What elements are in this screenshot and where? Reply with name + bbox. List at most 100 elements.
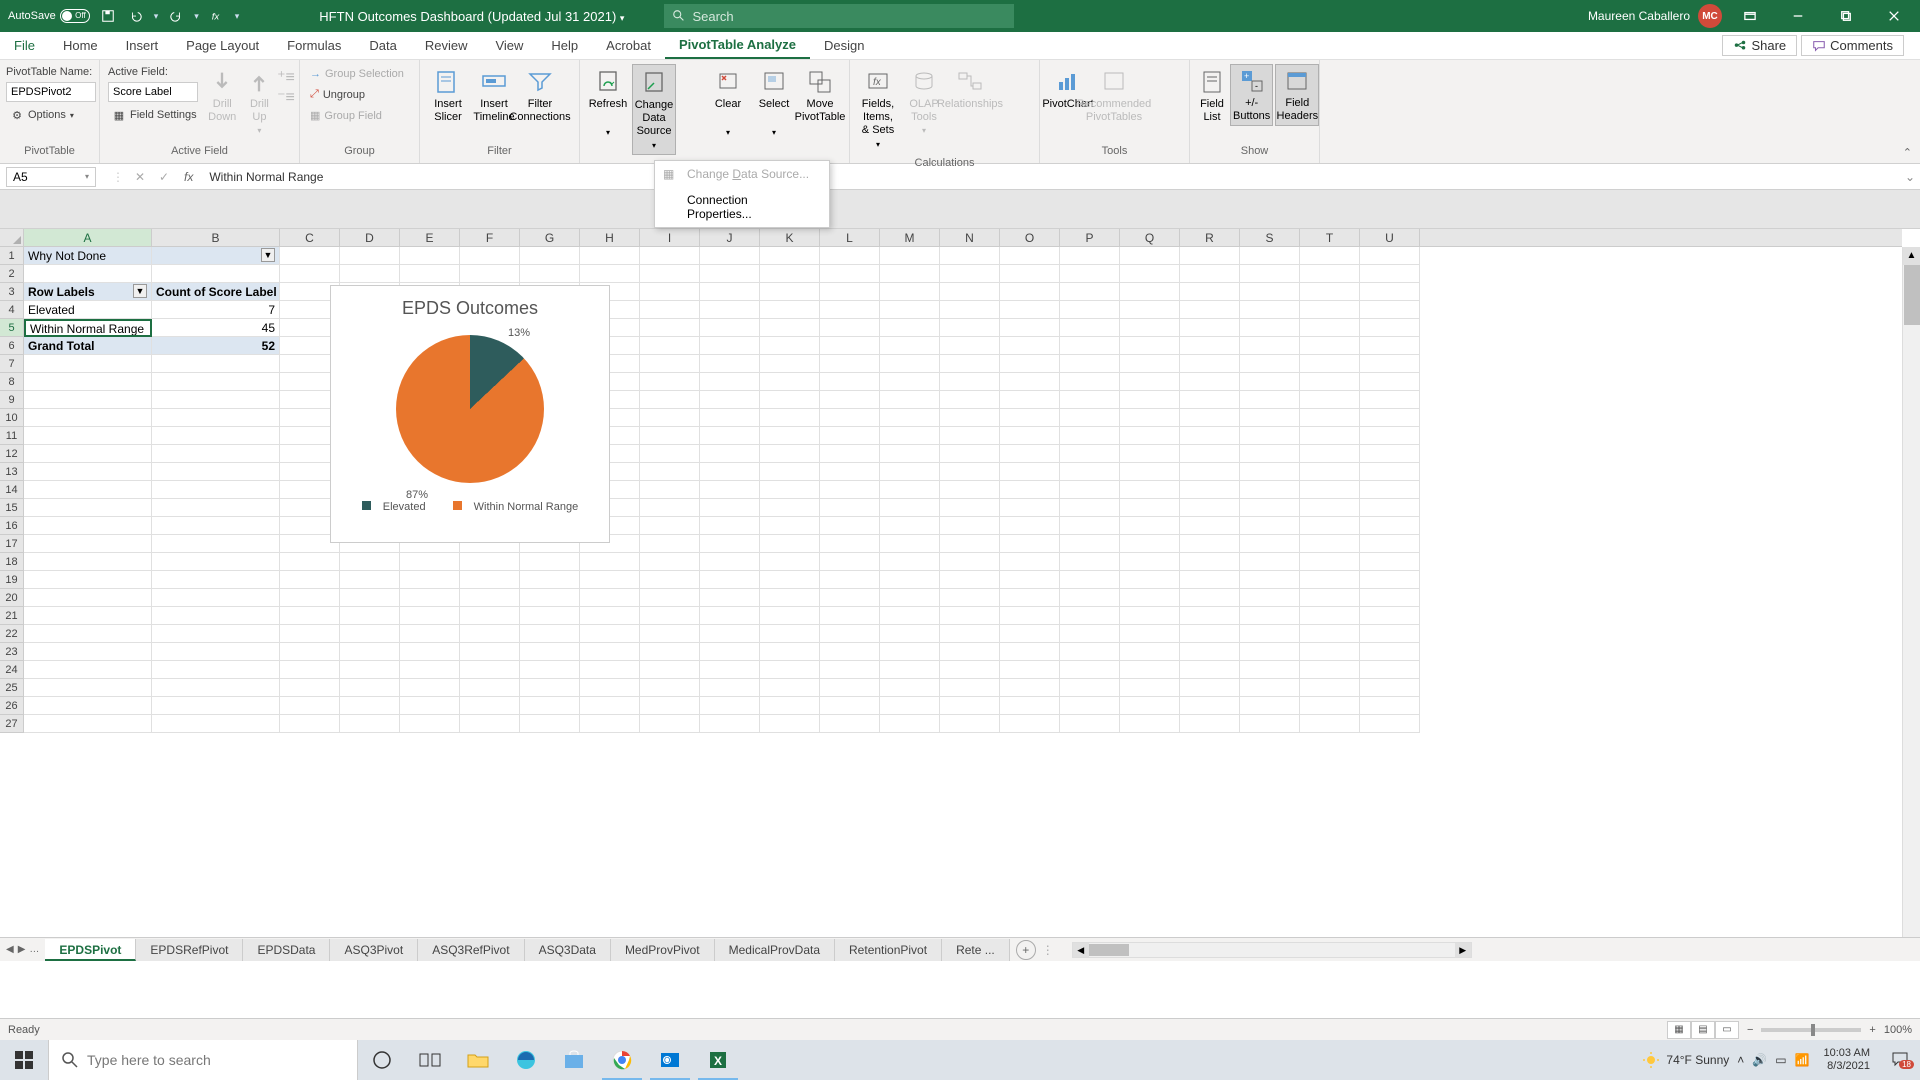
cell-E2[interactable] xyxy=(400,265,460,283)
cell-Q4[interactable] xyxy=(1120,301,1180,319)
change-data-source-button[interactable]: Change Data Source ▾ xyxy=(632,64,676,155)
cell-R13[interactable] xyxy=(1180,463,1240,481)
taskbar-search[interactable]: Type here to search xyxy=(48,1040,358,1080)
cell-A2[interactable] xyxy=(24,265,152,283)
cell-R18[interactable] xyxy=(1180,553,1240,571)
cell-M18[interactable] xyxy=(880,553,940,571)
cell-U13[interactable] xyxy=(1360,463,1420,481)
cell-L1[interactable] xyxy=(820,247,880,265)
cell-T21[interactable] xyxy=(1300,607,1360,625)
cell-L12[interactable] xyxy=(820,445,880,463)
cell-Q17[interactable] xyxy=(1120,535,1180,553)
close-icon[interactable] xyxy=(1874,0,1914,32)
autosave-toggle[interactable]: AutoSave Off xyxy=(8,9,90,23)
cell-I17[interactable] xyxy=(640,535,700,553)
cell-G21[interactable] xyxy=(520,607,580,625)
cell-Q14[interactable] xyxy=(1120,481,1180,499)
cell-D23[interactable] xyxy=(340,643,400,661)
hscroll-right-icon[interactable]: ▶ xyxy=(1455,943,1471,957)
cell-J24[interactable] xyxy=(700,661,760,679)
cell-L23[interactable] xyxy=(820,643,880,661)
cell-R16[interactable] xyxy=(1180,517,1240,535)
cell-D26[interactable] xyxy=(340,697,400,715)
cell-P14[interactable] xyxy=(1060,481,1120,499)
row-header-11[interactable]: 11 xyxy=(0,427,23,445)
sheet-tab-epdsdata[interactable]: EPDSData xyxy=(243,939,330,961)
cell-L6[interactable] xyxy=(820,337,880,355)
cell-T6[interactable] xyxy=(1300,337,1360,355)
cell-L14[interactable] xyxy=(820,481,880,499)
formula-content[interactable]: Within Normal Range xyxy=(201,170,1900,184)
cell-U14[interactable] xyxy=(1360,481,1420,499)
row-header-6[interactable]: 6 xyxy=(0,337,23,355)
cell-M26[interactable] xyxy=(880,697,940,715)
cell-R11[interactable] xyxy=(1180,427,1240,445)
cell-S19[interactable] xyxy=(1240,571,1300,589)
cell-L10[interactable] xyxy=(820,409,880,427)
cell-U17[interactable] xyxy=(1360,535,1420,553)
cell-C20[interactable] xyxy=(280,589,340,607)
cell-T13[interactable] xyxy=(1300,463,1360,481)
cell-K24[interactable] xyxy=(760,661,820,679)
cell-A26[interactable] xyxy=(24,697,152,715)
edge-icon[interactable] xyxy=(502,1040,550,1080)
cell-J4[interactable] xyxy=(700,301,760,319)
cell-Q15[interactable] xyxy=(1120,499,1180,517)
cell-R20[interactable] xyxy=(1180,589,1240,607)
cell-J25[interactable] xyxy=(700,679,760,697)
sheet-tab-asq3refpivot[interactable]: ASQ3RefPivot xyxy=(418,939,524,961)
cell-N8[interactable] xyxy=(940,373,1000,391)
cell-F21[interactable] xyxy=(460,607,520,625)
col-header-E[interactable]: E xyxy=(400,229,460,246)
col-header-H[interactable]: H xyxy=(580,229,640,246)
cell-O27[interactable] xyxy=(1000,715,1060,733)
cell-Q8[interactable] xyxy=(1120,373,1180,391)
cell-R25[interactable] xyxy=(1180,679,1240,697)
cell-U15[interactable] xyxy=(1360,499,1420,517)
cell-S20[interactable] xyxy=(1240,589,1300,607)
cell-J3[interactable] xyxy=(700,283,760,301)
group-selection-button[interactable]: →Group Selection xyxy=(306,66,408,82)
cell-E18[interactable] xyxy=(400,553,460,571)
cell-K4[interactable] xyxy=(760,301,820,319)
cell-Q27[interactable] xyxy=(1120,715,1180,733)
cell-N23[interactable] xyxy=(940,643,1000,661)
cell-A10[interactable] xyxy=(24,409,152,427)
cell-F18[interactable] xyxy=(460,553,520,571)
cell-K5[interactable] xyxy=(760,319,820,337)
cell-U6[interactable] xyxy=(1360,337,1420,355)
cell-M17[interactable] xyxy=(880,535,940,553)
cell-A9[interactable] xyxy=(24,391,152,409)
cell-A4[interactable]: Elevated xyxy=(24,301,152,319)
cell-D18[interactable] xyxy=(340,553,400,571)
cell-N12[interactable] xyxy=(940,445,1000,463)
cell-B18[interactable] xyxy=(152,553,280,571)
dd-change-data-source[interactable]: ▦ Change Data Source... xyxy=(655,161,829,187)
cell-G1[interactable] xyxy=(520,247,580,265)
cell-Q18[interactable] xyxy=(1120,553,1180,571)
col-header-F[interactable]: F xyxy=(460,229,520,246)
cell-Q24[interactable] xyxy=(1120,661,1180,679)
cell-K10[interactable] xyxy=(760,409,820,427)
sheet-nav-more[interactable]: … xyxy=(29,944,39,955)
cell-E25[interactable] xyxy=(400,679,460,697)
cell-Q2[interactable] xyxy=(1120,265,1180,283)
cell-E26[interactable] xyxy=(400,697,460,715)
cell-S21[interactable] xyxy=(1240,607,1300,625)
cell-O3[interactable] xyxy=(1000,283,1060,301)
col-header-K[interactable]: K xyxy=(760,229,820,246)
view-page-layout-icon[interactable]: ▤ xyxy=(1691,1021,1715,1039)
taskbar-clock[interactable]: 10:03 AM 8/3/2021 xyxy=(1818,1047,1876,1073)
cell-Q9[interactable] xyxy=(1120,391,1180,409)
cell-B13[interactable] xyxy=(152,463,280,481)
col-header-A[interactable]: A xyxy=(24,229,152,246)
cell-S3[interactable] xyxy=(1240,283,1300,301)
cell-R14[interactable] xyxy=(1180,481,1240,499)
cell-T14[interactable] xyxy=(1300,481,1360,499)
cell-T1[interactable] xyxy=(1300,247,1360,265)
cell-D24[interactable] xyxy=(340,661,400,679)
cell-I19[interactable] xyxy=(640,571,700,589)
rowlabel-dropdown-icon[interactable]: ▼ xyxy=(133,284,147,298)
cell-U8[interactable] xyxy=(1360,373,1420,391)
sheet-tab-epdspivot[interactable]: EPDSPivot xyxy=(45,939,136,961)
